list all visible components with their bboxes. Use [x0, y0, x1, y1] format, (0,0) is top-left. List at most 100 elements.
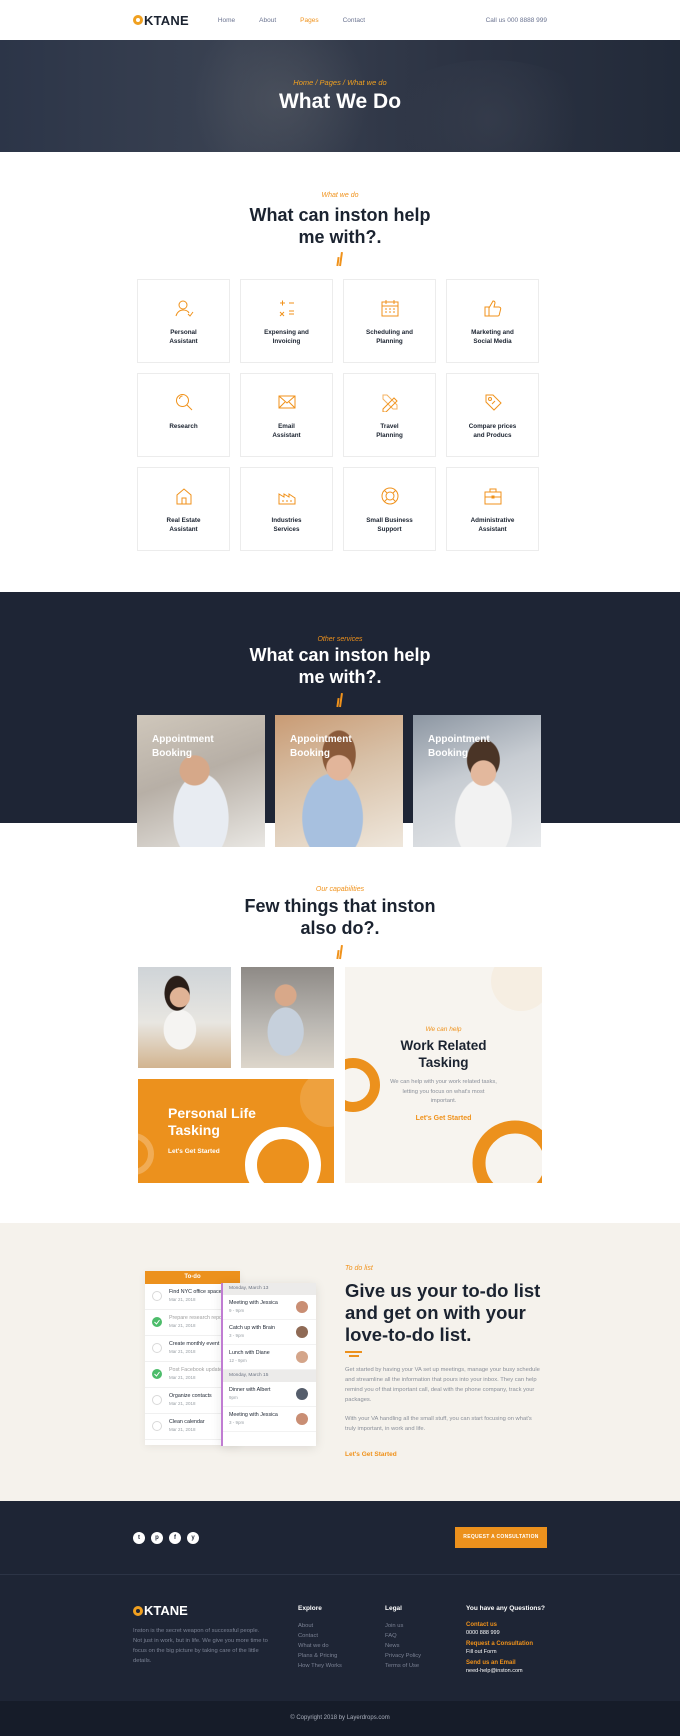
request-consultation-button[interactable]: REQUEST A CONSULTATION — [455, 1527, 547, 1548]
calendar-event[interactable]: Meeting with Jessica 9 - 9pm — [223, 1295, 316, 1320]
footer-legal: Legal Join us FAQ News Privacy Policy Te… — [385, 1605, 421, 1671]
calendar-day-header: Monday, March 15 — [223, 1370, 316, 1382]
checkbox[interactable] — [152, 1343, 162, 1353]
personal-life-card[interactable]: Personal Life Tasking Let's Get Started — [138, 1079, 334, 1183]
footer-link[interactable]: Terms of Use — [385, 1661, 421, 1671]
nav-pages[interactable]: Pages — [300, 17, 318, 24]
envelope-icon — [276, 391, 298, 413]
woman-laptop-photo — [138, 967, 231, 1068]
footer-link[interactable]: What we do — [298, 1641, 342, 1651]
checkbox-checked[interactable] — [152, 1317, 162, 1327]
social-links: t p f y — [133, 1532, 199, 1544]
personal-life-title: Personal Life Tasking — [168, 1105, 256, 1138]
page-title: What We Do — [278, 90, 402, 113]
breadcrumb[interactable]: Home / Pages / What we do — [0, 78, 680, 87]
youtube-icon[interactable]: y — [187, 1532, 199, 1544]
service-label: Expensing and Invoicing — [264, 329, 309, 345]
person-icon — [173, 297, 195, 319]
service-card-expensing[interactable]: Expensing and Invoicing — [240, 279, 333, 363]
calendar-event[interactable]: Catch up with Brain 3 - 9pm — [223, 1320, 316, 1345]
footer-link[interactable]: How They Works — [298, 1661, 342, 1671]
pinterest-icon[interactable]: p — [151, 1532, 163, 1544]
service-card-research[interactable]: Research — [137, 373, 230, 457]
nav-home[interactable]: Home — [218, 17, 235, 24]
service-photo-label: Appointment Booking — [290, 734, 352, 759]
footer-link[interactable]: FAQ — [385, 1631, 421, 1641]
logo[interactable]: KTANE — [133, 13, 189, 28]
facebook-icon[interactable]: f — [169, 1532, 181, 1544]
other-kicker: Other services — [317, 636, 363, 643]
capabilities-kicker: Our capabilities — [315, 886, 365, 893]
footer-questions-title: You have any Questions? — [466, 1605, 545, 1612]
twitter-icon[interactable]: t — [133, 1532, 145, 1544]
site-header: KTANE Home About Pages Contact Call us 0… — [0, 0, 680, 40]
service-card-compare-prices[interactable]: Compare prices and Producs — [446, 373, 539, 457]
footer-link[interactable]: About — [298, 1621, 342, 1631]
avatar — [296, 1413, 308, 1425]
consultation-link[interactable]: Fill out Form — [466, 1648, 545, 1656]
service-card-administrative[interactable]: Administrative Assistant — [446, 467, 539, 551]
footer-explore-title: Explore — [298, 1605, 322, 1612]
services-kicker: What we do — [321, 192, 359, 199]
checkbox[interactable] — [152, 1291, 162, 1301]
footer-link[interactable]: Privacy Policy — [385, 1651, 421, 1661]
work-related-desc: We can help with your work related tasks… — [390, 1079, 497, 1104]
avatar — [296, 1351, 308, 1363]
service-photo-card[interactable]: Appointment Booking — [137, 715, 265, 847]
nav-about[interactable]: About — [259, 17, 276, 24]
footer-link[interactable]: News — [385, 1641, 421, 1651]
service-card-real-estate[interactable]: Real Estate Assistant — [137, 467, 230, 551]
calendar-icon — [379, 297, 401, 319]
todo-paragraph-1: Get started by having your VA set up mee… — [345, 1367, 540, 1403]
divider-tick — [336, 944, 344, 960]
service-card-personal-assistant[interactable]: Personal Assistant — [137, 279, 230, 363]
service-label: Scheduling and Planning — [366, 329, 413, 345]
house-icon — [173, 485, 195, 507]
service-label: Email Assistant — [272, 423, 301, 439]
service-label: Travel Planning — [376, 423, 403, 439]
checkbox-checked[interactable] — [152, 1369, 162, 1379]
footer-logo[interactable]: KTANE — [133, 1603, 188, 1618]
consultation-label: Request a Consultation — [466, 1641, 534, 1647]
personal-life-cta[interactable]: Let's Get Started — [168, 1148, 220, 1155]
calendar-event[interactable]: Meeting with Jessica 3 - 9pm — [223, 1407, 316, 1432]
calendar-event[interactable]: Lunch with Diane 12 - 9pm — [223, 1345, 316, 1370]
service-card-industries[interactable]: Industries Services — [240, 467, 333, 551]
service-card-small-business[interactable]: Small Business Support — [343, 467, 436, 551]
calendar-card: Monday, March 13 Meeting with Jessica 9 -… — [221, 1283, 316, 1446]
copyright: © Copyright 2018 by Layerdrops.com — [0, 1701, 680, 1736]
todo-paragraph-2: With your VA handling all the small stuf… — [345, 1416, 532, 1432]
footer-link[interactable]: Plans & Pricing — [298, 1651, 342, 1661]
avatar — [296, 1326, 308, 1338]
footer-link[interactable]: Contact — [298, 1631, 342, 1641]
footer-description: Inston is the secret weapon of successfu… — [133, 1628, 268, 1664]
calendar-event[interactable]: Dinner with Albert 9pm — [223, 1382, 316, 1407]
work-related-cta[interactable]: Let's Get Started — [345, 1115, 542, 1122]
nav-contact[interactable]: Contact — [343, 17, 365, 24]
service-card-marketing[interactable]: Marketing and Social Media — [446, 279, 539, 363]
other-title: What can inston help me with?. — [249, 645, 431, 687]
avatar — [296, 1388, 308, 1400]
briefcase-icon — [482, 485, 504, 507]
todo-title: Give us your to-do list and get on with … — [345, 1280, 541, 1345]
avatar — [296, 1301, 308, 1313]
checkbox[interactable] — [152, 1395, 162, 1405]
service-photo-card[interactable]: Appointment Booking — [413, 715, 541, 847]
contact-phone[interactable]: 0000 888 999 — [466, 1629, 545, 1637]
service-label: Industries Services — [271, 517, 302, 533]
page: { "header": { "logo": "OKTANE", "nav": [… — [0, 0, 680, 1736]
thumbs-up-icon — [482, 297, 504, 319]
service-card-travel[interactable]: Travel Planning — [343, 373, 436, 457]
email-link[interactable]: need-help@inston.com — [466, 1667, 545, 1675]
todo-cta[interactable]: Let's Get Started — [345, 1451, 397, 1458]
service-card-email[interactable]: Email Assistant — [240, 373, 333, 457]
service-card-scheduling[interactable]: Scheduling and Planning — [343, 279, 436, 363]
call-us-text[interactable]: Call us 000 8888 999 — [486, 17, 547, 24]
calculator-icon — [276, 297, 298, 319]
calendar-day-header: Monday, March 13 — [223, 1283, 316, 1295]
divider-tick — [336, 692, 344, 708]
main-nav: Home About Pages Contact — [218, 17, 365, 24]
service-photo-card[interactable]: Appointment Booking — [275, 715, 403, 847]
checkbox[interactable] — [152, 1421, 162, 1431]
footer-link[interactable]: Join us — [385, 1621, 421, 1631]
